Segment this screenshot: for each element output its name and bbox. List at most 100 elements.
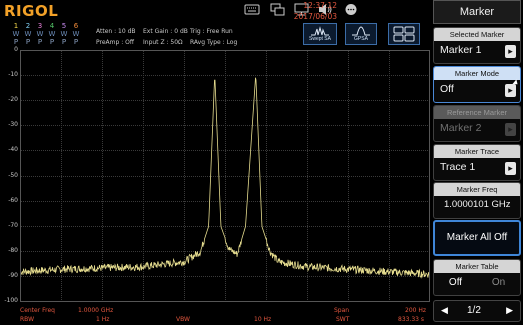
trace-state: P [37, 38, 43, 46]
prev-page-icon[interactable]: ◀ [441, 305, 448, 316]
rbw-value[interactable]: 1 Hz [96, 315, 109, 324]
trace-mode: W [36, 30, 44, 38]
page-indicator: 1/2 [467, 305, 481, 316]
y-tick-label: -90 [8, 272, 18, 279]
marker-trace-value: Trace 1 [440, 161, 476, 173]
rbw-label: RBW [20, 316, 35, 323]
preamp-value: PreAmp : Off [96, 39, 134, 46]
selected-marker-value: Marker 1 [440, 44, 482, 56]
trace-indicator-1[interactable]: 1WP [10, 22, 22, 46]
trace-indicator-5[interactable]: 5WP [58, 22, 70, 46]
trace-mode: W [60, 30, 68, 38]
selected-marker-caption: Selected Marker [434, 28, 520, 41]
trace-state: P [73, 38, 79, 46]
marker-mode-caption: Marker Mode [434, 67, 520, 80]
y-tick-label: 0 [14, 46, 18, 53]
trigger-value: Trig : Free Run [190, 28, 233, 35]
multi-window-icon [393, 26, 415, 42]
ext-gain-value: Ext Gain : 0 dB [143, 28, 188, 35]
params-col-2: Ext Gain : 0 dB Input Z : 50Ω [143, 26, 188, 48]
trace-state: P [49, 38, 55, 46]
reference-marker-caption: Reference Marker [434, 106, 520, 119]
marker-mode-button[interactable]: Marker Mode Off ▸ [433, 66, 521, 103]
trace-indicator-2[interactable]: 2WP [22, 22, 34, 46]
next-page-icon[interactable]: ▶ [506, 305, 513, 316]
marker-menu-panel: Marker Selected Marker Marker 1 ▸ Marker… [431, 0, 523, 325]
mode-multi-window-button[interactable] [388, 23, 420, 45]
trace-mode: W [72, 30, 80, 38]
marker-table-off-toggle[interactable]: Off [434, 274, 477, 292]
network-icon[interactable] [270, 3, 285, 21]
mode-swept-sa-button[interactable]: Swept SA [303, 23, 337, 45]
trace-mode: W [12, 30, 20, 38]
page-navigator: ◀ 1/2 ▶ [433, 300, 521, 322]
chevron-right-icon: ▸ [505, 123, 516, 136]
chevron-right-icon: ▸ [505, 45, 516, 58]
input-impedance-value: Input Z : 50Ω [143, 39, 183, 46]
swt-label: SWT [336, 316, 350, 323]
marker-freq-caption: Marker Freq [434, 183, 520, 196]
trace-indicator-4[interactable]: 4WP [46, 22, 58, 46]
marker-table-caption: Marker Table [434, 260, 520, 273]
time-display: 12:37:12 [303, 1, 337, 10]
trace-number: 4 [49, 22, 55, 30]
measurement-info-bar: Center Freq 1.0000 GHz RBW 1 Hz VBW 10 H… [0, 303, 430, 325]
reference-marker-value: Marker 2 [440, 122, 482, 134]
message-icon[interactable] [344, 3, 358, 21]
trace-indicator-6[interactable]: 6WP [70, 22, 82, 46]
date-display: 2017/06/03 [293, 12, 337, 21]
mode-gpsa-button[interactable]: GPSA [345, 23, 377, 45]
brand-logo: RIGOL [4, 2, 59, 20]
marker-all-off-button[interactable]: Marker All Off [433, 220, 521, 256]
y-tick-label: -70 [8, 222, 18, 229]
y-tick-label: -40 [8, 146, 18, 153]
trace-number: 1 [13, 22, 19, 30]
y-tick-label: -20 [8, 96, 18, 103]
trace-mode: W [48, 30, 56, 38]
y-tick-label: -50 [8, 172, 18, 179]
marker-trace-caption: Marker Trace [434, 145, 520, 158]
trace-number: 3 [37, 22, 43, 30]
marker-freq-value: 1.0000101 GHz [444, 199, 511, 210]
trace-mode: W [24, 30, 32, 38]
trace-indicators: 1WP 2WP 3WP 4WP 5WP 6WP [10, 22, 85, 46]
selected-marker-button[interactable]: Selected Marker Marker 1 ▸ [433, 27, 521, 64]
trace-number: 6 [73, 22, 79, 30]
y-tick-label: -80 [8, 247, 18, 254]
y-tick-label: -60 [8, 197, 18, 204]
reference-marker-button[interactable]: Reference Marker Marker 2 ▸ [433, 105, 521, 142]
marker-table-on-toggle[interactable]: On [477, 274, 520, 292]
datetime: 12:37:12 2017/06/03 [294, 0, 337, 22]
swt-value[interactable]: 833.33 s [398, 315, 424, 324]
mode-swept-sa-label: Swept SA [309, 36, 331, 42]
params-col-1: Atten : 10 dB PreAmp : Off [96, 26, 136, 48]
swept-sa-icon [311, 26, 329, 36]
atten-value: Atten : 10 dB [96, 28, 136, 35]
y-tick-label: -30 [8, 121, 18, 128]
average-type-value: RAvg Type : Log [190, 39, 238, 46]
params-col-3: Trig : Free Run RAvg Type : Log [190, 26, 237, 48]
y-tick-label: -10 [8, 71, 18, 78]
vbw-value[interactable]: 10 Hz [254, 315, 271, 324]
trace-indicator-3[interactable]: 3WP [34, 22, 46, 46]
trace-state: P [25, 38, 31, 46]
keyboard-icon[interactable] [244, 3, 260, 21]
center-freq-label: Center Freq [20, 307, 55, 314]
span-value[interactable]: 200 Hz [405, 306, 426, 315]
menu-title: Marker [433, 0, 521, 24]
span-label: Span [334, 307, 350, 314]
marker-mode-value: Off [440, 83, 454, 95]
chevron-right-icon: ▸ [505, 162, 516, 175]
marker-freq-button[interactable]: Marker Freq 1.0000101 GHz [433, 182, 521, 219]
plot-frame [20, 50, 430, 302]
trace-state: P [61, 38, 67, 46]
center-freq-value[interactable]: 1.0000 GHz [78, 306, 113, 315]
gpsa-icon [352, 26, 370, 36]
vbw-label: VBW [176, 316, 190, 323]
trace-number: 5 [61, 22, 67, 30]
trace-state: P [13, 38, 19, 46]
status-bar: RIGOL 1WP 2WP 3WP 4WP 5WP 6WP Atten : 10… [0, 0, 430, 50]
marker-trace-button[interactable]: Marker Trace Trace 1 ▸ [433, 144, 521, 181]
trace-number: 2 [25, 22, 31, 30]
mode-gpsa-label: GPSA [354, 36, 368, 42]
